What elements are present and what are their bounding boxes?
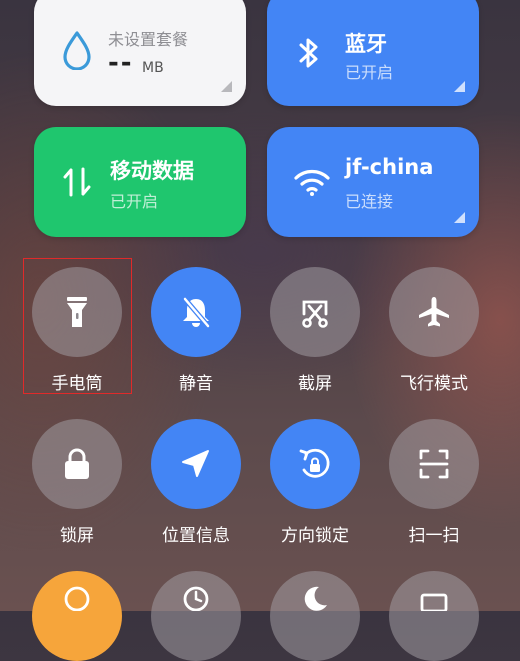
mobile-data-status: 已开启 [110,192,159,211]
tile-corner-indicator [454,81,465,92]
toggle-partial-gray-2[interactable] [270,571,360,661]
toggle-partial-gray-3[interactable] [389,571,479,661]
data-plan-title: 未设置套餐 [108,30,189,49]
rotation-lock-icon [299,448,330,478]
screenshot-icon [302,300,328,328]
bluetooth-icon [299,38,318,68]
screen-icon [420,593,448,611]
toggle-circle[interactable] [151,419,241,509]
airplane-icon [419,297,449,327]
tile-corner-indicator [454,212,465,223]
wifi-icon [294,170,330,196]
data-plan-value: -- [108,48,134,78]
wifi-status: 已连接 [345,192,394,211]
toggle-label: 静音 [179,374,213,394]
toggle-circle[interactable] [270,419,360,509]
scan-icon [419,449,449,479]
bluetooth-tile[interactable]: 蓝牙 已开启 [267,0,479,106]
toggle-scan[interactable]: 扫一扫 [374,419,494,546]
toggle-label: 锁屏 [60,526,94,546]
mobile-data-title: 移动数据 [110,159,194,183]
toggle-rotation-lock[interactable]: 方向锁定 [255,419,375,546]
water-drop-icon [63,31,91,70]
data-arrows-icon [63,167,91,197]
toggle-screenshot[interactable]: 截屏 [255,267,375,394]
bell-off-icon [183,297,210,328]
toggle-circle[interactable] [389,419,479,509]
lock-icon [65,448,89,479]
tile-corner-indicator [221,81,232,92]
toggle-label: 飞行模式 [400,374,468,394]
wifi-tile[interactable]: jf-china 已连接 [267,127,479,237]
toggle-lock-screen[interactable]: 锁屏 [17,419,137,546]
toggle-partial-orange[interactable] [32,571,122,661]
data-plan-tile[interactable]: 未设置套餐 -- MB [34,0,246,106]
bluetooth-status: 已开启 [345,63,394,82]
wifi-title: jf-china [345,155,434,179]
toggle-label: 位置信息 [162,526,230,546]
bluetooth-title: 蓝牙 [345,32,387,56]
clock-icon [183,586,209,611]
toggle-label: 扫一扫 [408,526,460,546]
toggle-circle[interactable] [389,267,479,357]
toggle-label: 方向锁定 [281,526,349,546]
highlight-box [23,258,132,394]
location-icon [182,450,209,477]
toggle-label: 截屏 [298,374,332,394]
mobile-data-tile[interactable]: 移动数据 已开启 [34,127,246,237]
toggle-circle[interactable] [151,267,241,357]
toggle-mute[interactable]: 静音 [136,267,256,394]
eye-icon [64,586,90,611]
toggle-circle[interactable] [32,419,122,509]
moon-icon [304,586,327,611]
toggle-location[interactable]: 位置信息 [136,419,256,546]
data-plan-unit: MB [142,60,164,76]
toggle-airplane[interactable]: 飞行模式 [374,267,494,394]
toggle-partial-gray-1[interactable] [151,571,241,661]
toggle-circle[interactable] [270,267,360,357]
